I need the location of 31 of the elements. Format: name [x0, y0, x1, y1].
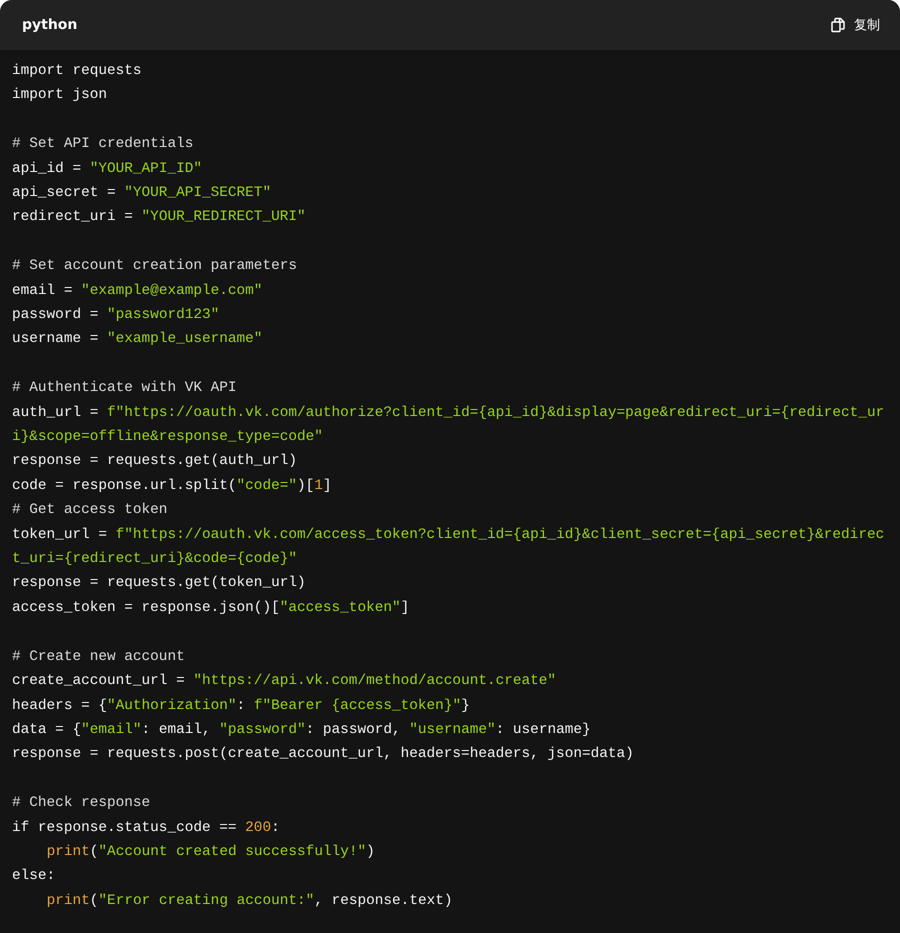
code-line: create_account_url = "https://api.vk.com/method/account.create"	[12, 672, 556, 692]
code-line: print("Account created successfully!")	[46, 842, 375, 862]
code-line: response = requests.get(auth_url)	[12, 452, 297, 472]
code-line: # Set account creation parameters	[12, 257, 297, 276]
code-line: # Authenticate with VK API	[12, 379, 237, 398]
code-line: # Set API credentials	[12, 135, 194, 154]
code-line: response = requests.get(token_url)	[12, 574, 306, 594]
code-line: username = "example_username"	[12, 330, 262, 350]
code-line: import requests	[12, 62, 142, 81]
code-line: headers = {"Authorization": f"Bearer {access_token}"}	[12, 696, 470, 716]
code-line: api_id = "YOUR_API_ID"	[12, 160, 202, 179]
language-label: python	[22, 17, 78, 33]
code-line: else:	[12, 867, 56, 886]
code-line: # Check response	[12, 794, 150, 814]
code-line: email = "example@example.com"	[12, 282, 262, 301]
code-line: code = response.url.split("code=")[1]	[12, 476, 332, 496]
code-line: # Create new account	[12, 648, 185, 667]
code-line: access_token = response.json()["access_token"]	[12, 598, 410, 618]
code-line: auth_url = f"https://oauth.vk.com/authorize?client_id={api_id}&display=page&redirect_uri={redirect_uri}&scope=offline&response_type=code"	[12, 404, 886, 448]
code-line: if response.status_code == 200:	[12, 818, 280, 838]
code-line: data = {"email": email, "password": password, "username": username}	[12, 720, 591, 740]
copy-icon	[830, 17, 846, 33]
code-line: password = "password123"	[12, 306, 220, 326]
code-line: redirect_uri = "YOUR_REDIRECT_URI"	[12, 208, 306, 228]
code-line: api_secret = "YOUR_API_SECRET"	[12, 184, 272, 204]
copy-button[interactable]: 复制	[830, 14, 880, 36]
code-line: token_url = f"https://oauth.vk.com/access_token?client_id={api_id}&client_secret={api_secret}&redirect_uri={redirect_uri}&code={code}"	[12, 526, 886, 570]
code-line: # Get access token	[12, 501, 168, 520]
code-line: response = requests.post(create_account_url, headers=headers, json=data)	[12, 745, 634, 764]
code-line: import json	[12, 86, 107, 106]
code-line: print("Error creating account:", response.text)	[46, 892, 453, 911]
